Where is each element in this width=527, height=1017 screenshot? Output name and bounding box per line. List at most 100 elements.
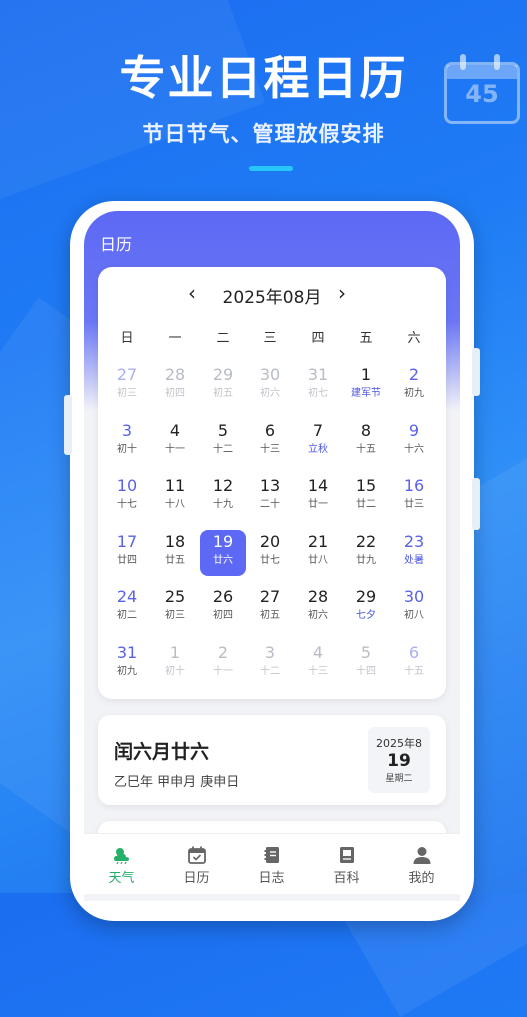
day-cell[interactable]: 4 十三 [295, 641, 341, 687]
tab-encyclopedia[interactable]: 百科 [309, 834, 384, 894]
day-cell[interactable]: 3 初十 [104, 419, 150, 465]
day-cell[interactable]: 9 十六 [391, 419, 437, 465]
weekday-label: 四 [311, 331, 325, 346]
calendar-icon [187, 846, 206, 864]
lunar-label: 十二 [260, 665, 280, 677]
date-box: 2025年8 19 星期二 [368, 727, 430, 793]
calendar-card: ‹ 2025年08月 › 日一二三四五六 27 初三 28 初四 29 初五 30 初六 31 初… [98, 267, 446, 699]
day-number: 30 [403, 587, 425, 606]
lunar-label: 十一 [213, 665, 233, 677]
day-cell[interactable]: 15 廿二 [343, 474, 389, 520]
tab-label: 我的 [408, 871, 435, 886]
day-cell[interactable]: 31 初九 [104, 641, 150, 687]
lunar-label: 初九 [404, 388, 424, 399]
user-icon [413, 847, 430, 864]
date-day: 19 [387, 751, 411, 771]
weather-icon [113, 848, 129, 864]
day-cell[interactable]: 31 初七 [295, 363, 341, 409]
day-cell[interactable]: 30 初六 [247, 363, 293, 409]
day-number: 4 [169, 420, 181, 440]
day-cell[interactable]: 5 十二 [200, 419, 246, 465]
day-number: 26 [212, 587, 234, 606]
day-cell[interactable]: 27 初五 [247, 585, 293, 631]
month-label[interactable]: 2025年08月 [98, 283, 446, 308]
day-cell[interactable]: 16 廿三 [391, 474, 437, 520]
lunar-label: 初三 [165, 610, 185, 621]
lunar-label: 十五 [356, 443, 376, 455]
day-cell[interactable]: 7 立秋 [295, 419, 341, 465]
day-cell[interactable]: 29 初五 [200, 363, 246, 409]
lunar-label: 廿三 [404, 499, 424, 510]
day-cell[interactable]: 20 廿七 [247, 530, 293, 576]
tab-weather[interactable]: 天气 [84, 834, 159, 894]
day-number: 29 [355, 587, 377, 606]
day-cell[interactable]: 25 初三 [152, 585, 198, 631]
lunar-label: 十四 [356, 665, 376, 677]
day-number: 7 [312, 420, 324, 440]
lunar-label: 七夕 [356, 610, 376, 621]
lunar-label: 廿七 [260, 554, 280, 566]
tab-profile[interactable]: 我的 [384, 834, 459, 894]
phone-side-button [64, 395, 72, 455]
day-number: 27 [259, 587, 281, 606]
lunar-label: 初二 [117, 610, 137, 621]
day-cell[interactable]: 6 十三 [247, 419, 293, 465]
day-cell[interactable]: 4 十一 [152, 419, 198, 465]
day-cell[interactable]: 14 廿一 [295, 474, 341, 520]
day-cell[interactable]: 10 十七 [104, 474, 150, 520]
lunar-label: 建军节 [351, 388, 381, 399]
day-number: 6 [408, 642, 420, 662]
day-number: 4 [312, 642, 324, 662]
day-cell[interactable]: 29 七夕 [343, 585, 389, 631]
day-cell-selected[interactable]: 19 廿六 [200, 529, 246, 576]
lunar-label: 廿二 [356, 499, 376, 510]
day-cell[interactable]: 17 廿四 [104, 530, 150, 576]
day-number: 3 [264, 642, 276, 662]
day-cell[interactable]: 13 二十 [247, 474, 293, 520]
lunar-label: 十一 [165, 443, 185, 455]
day-number: 19 [212, 531, 234, 551]
day-cell[interactable]: 18 廿五 [152, 530, 198, 576]
day-cell[interactable]: 1 初十 [152, 641, 198, 687]
lunar-label: 初四 [165, 388, 185, 399]
day-info-card[interactable]: 闰六月廿六 乙巳年 甲申月 庚申日 2025年8 19 星期二 [98, 715, 446, 805]
day-cell[interactable]: 28 初六 [295, 585, 341, 631]
day-cell[interactable]: 22 廿九 [343, 530, 389, 576]
day-cell[interactable]: 8 十五 [343, 419, 389, 465]
lunar-label: 十二 [213, 443, 233, 455]
day-cell[interactable]: 1 建军节 [343, 363, 389, 409]
day-cell[interactable]: 28 初四 [152, 363, 198, 409]
lunar-label: 廿八 [308, 554, 328, 566]
day-cell[interactable]: 30 初八 [391, 585, 437, 631]
day-cell[interactable]: 2 初九 [391, 363, 437, 409]
phone-side-button [472, 348, 480, 396]
day-number: 29 [212, 365, 234, 384]
notebook-icon [264, 847, 279, 863]
weekday-label: 一 [168, 331, 182, 346]
next-month-icon[interactable]: › [338, 281, 346, 305]
day-cell[interactable]: 6 十五 [391, 641, 437, 687]
day-number: 11 [164, 476, 186, 495]
day-cell[interactable]: 27 初三 [104, 363, 150, 409]
day-cell[interactable]: 21 廿八 [295, 530, 341, 576]
day-cell[interactable]: 26 初四 [200, 585, 246, 631]
day-number: 5 [360, 642, 372, 662]
book-icon [339, 847, 354, 863]
day-number: 8 [360, 420, 372, 440]
day-cell[interactable]: 11 十八 [152, 474, 198, 520]
day-number: 31 [116, 642, 138, 662]
day-cell[interactable]: 2 十一 [200, 641, 246, 687]
tab-calendar[interactable]: 日历 [159, 834, 234, 894]
day-cell[interactable]: 23 处暑 [391, 530, 437, 576]
day-cell[interactable]: 3 十二 [247, 641, 293, 687]
lunar-label: 处暑 [404, 554, 424, 566]
tab-journal[interactable]: 日志 [234, 834, 309, 894]
date-year-month: 2025年8 [376, 737, 422, 750]
day-cell[interactable]: 12 十九 [200, 474, 246, 520]
day-cell[interactable]: 5 十四 [343, 641, 389, 687]
lunar-label: 十五 [404, 665, 424, 677]
day-cell[interactable]: 24 初二 [104, 585, 150, 631]
lunar-label: 初七 [308, 388, 328, 399]
day-number: 15 [355, 476, 377, 495]
lunar-label: 十六 [404, 443, 424, 455]
